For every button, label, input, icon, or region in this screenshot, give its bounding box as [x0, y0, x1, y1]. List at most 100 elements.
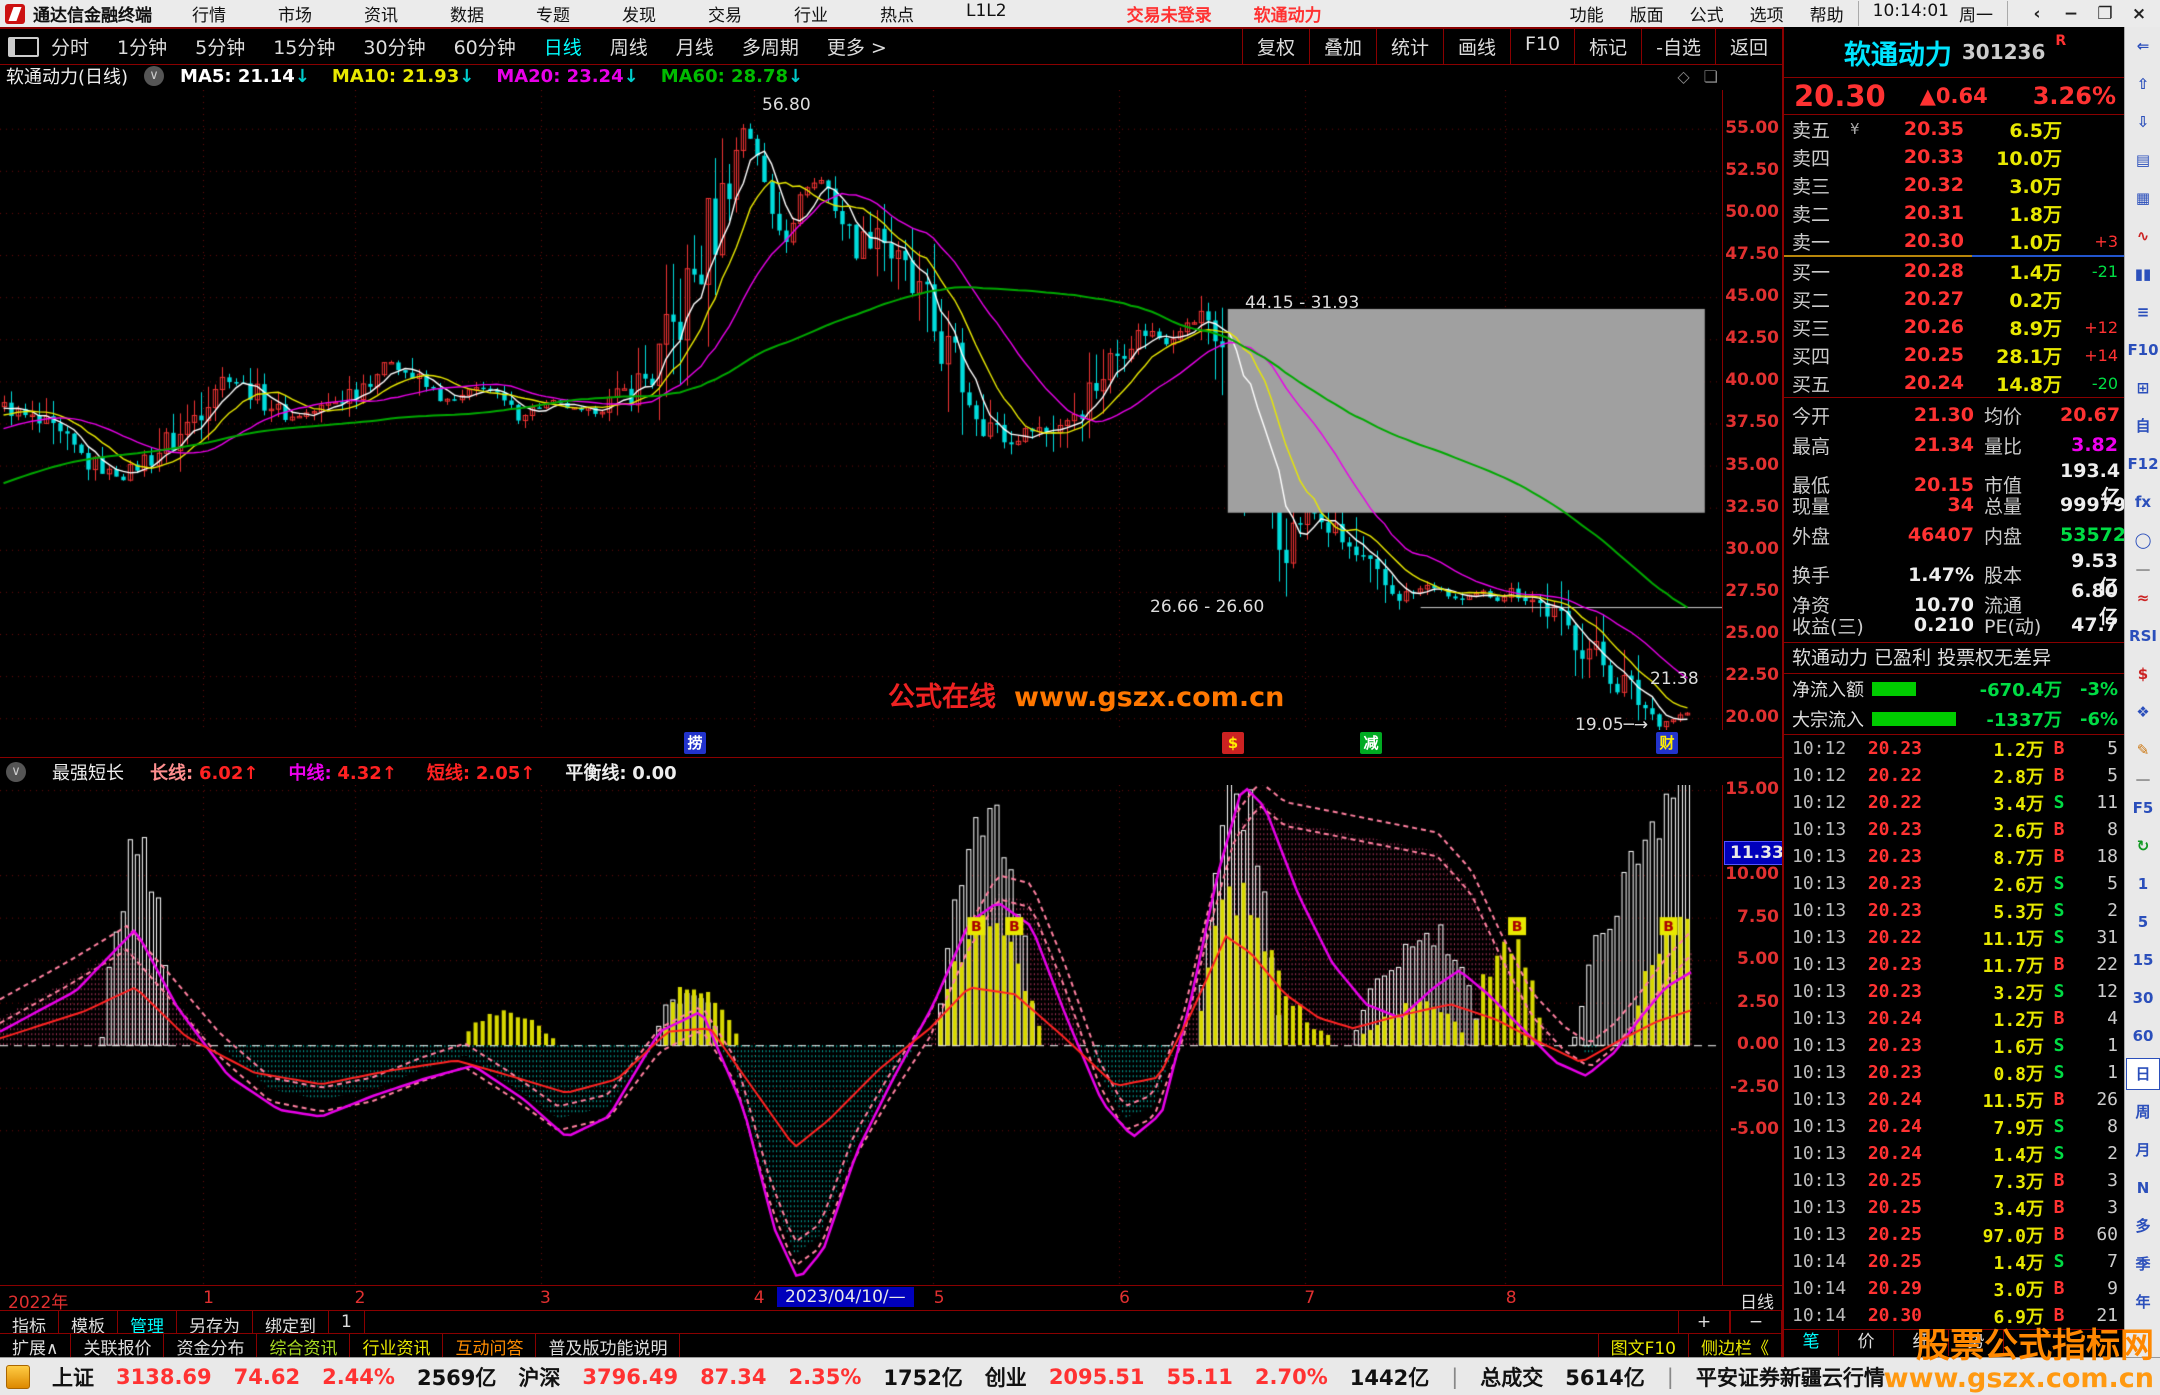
indicator-chart[interactable]: [0, 785, 1722, 1285]
wave-icon[interactable]: ≈: [2127, 579, 2159, 617]
status-item[interactable]: 上证: [52, 1362, 94, 1392]
period-tab[interactable]: 分时: [51, 33, 89, 60]
menu-item[interactable]: 选项: [1750, 1, 1784, 26]
period-tab[interactable]: 更多 >: [827, 33, 887, 60]
report-icon[interactable]: ▤: [2127, 141, 2159, 179]
collapse-icon[interactable]: ∨: [6, 762, 26, 782]
kline-icon[interactable]: ▮▮: [2127, 255, 2159, 293]
period-tab[interactable]: 1分钟: [117, 33, 167, 60]
window-back-button[interactable]: ‹: [2022, 4, 2052, 24]
tick-row[interactable]: 10:13 20.23 1.6万 S 1: [1784, 1032, 2126, 1059]
period-5min[interactable]: 5: [2127, 903, 2159, 941]
scroll-up-icon[interactable]: ⇧: [2127, 65, 2159, 103]
quote-grid-icon[interactable]: ▦: [2127, 179, 2159, 217]
status-item[interactable]: 2.44%: [322, 1365, 395, 1389]
menu-item[interactable]: 帮助: [1810, 1, 1844, 26]
status-item[interactable]: 总成交: [1480, 1362, 1543, 1392]
menu-item[interactable]: 资讯: [364, 1, 398, 26]
tick-row[interactable]: 10:13 20.24 1.2万 B 4: [1784, 1005, 2126, 1032]
bid-row[interactable]: 买五 20.24 14.8万 -20: [1784, 369, 2126, 397]
toolbar-button[interactable]: 返回: [1714, 29, 1782, 64]
minimize-button[interactable]: −: [2056, 4, 2086, 24]
f5-button[interactable]: F5: [2127, 789, 2159, 827]
menu-item[interactable]: 专题: [536, 1, 570, 26]
ask-row[interactable]: 卖二 20.31 1.8万: [1784, 199, 2126, 227]
period-tab[interactable]: 日线: [544, 33, 582, 60]
status-item[interactable]: 2.35%: [789, 1365, 862, 1389]
panel-tab[interactable]: 1: [329, 1311, 365, 1334]
menu-item[interactable]: 行业: [794, 1, 828, 26]
function-tab[interactable]: 普及版功能说明: [536, 1332, 681, 1360]
status-item[interactable]: 2095.51: [1049, 1365, 1145, 1389]
tick-row[interactable]: 10:13 20.23 5.3万 S 2: [1784, 897, 2126, 924]
function-tab[interactable]: 图文F10: [1597, 1332, 1689, 1360]
formula-icon[interactable]: fx: [2127, 483, 2159, 521]
tick-row[interactable]: 10:13 20.23 8.7万 B 18: [1784, 843, 2126, 870]
refresh-icon[interactable]: ↻: [2127, 827, 2159, 865]
signal-marker[interactable]: 捞: [684, 732, 706, 754]
tree-icon[interactable]: ⊞: [2127, 369, 2159, 407]
toolbar-button[interactable]: 叠加: [1308, 29, 1376, 64]
period-tab[interactable]: 15分钟: [273, 33, 335, 60]
back-icon[interactable]: ⇐: [2127, 27, 2159, 65]
tick-row[interactable]: 10:13 20.25 3.4万 B 3: [1784, 1194, 2126, 1221]
panel-tab[interactable]: 模板: [59, 1311, 118, 1337]
menu-item[interactable]: 公式: [1690, 1, 1724, 26]
bid-row[interactable]: 买一 20.28 1.4万 -21: [1784, 257, 2126, 285]
panel-tab[interactable]: 另存为: [177, 1311, 253, 1337]
main-candlestick-chart[interactable]: [0, 90, 1722, 730]
ring-icon[interactable]: ◯: [2127, 521, 2159, 559]
period-tab[interactable]: 5分钟: [195, 33, 245, 60]
tick-row[interactable]: 10:13 20.23 2.6万 S 5: [1784, 870, 2126, 897]
status-item[interactable]: 5614亿: [1565, 1362, 1644, 1392]
list-icon[interactable]: ≡: [2127, 293, 2159, 331]
period-n[interactable]: N: [2127, 1169, 2159, 1207]
draw-icon[interactable]: ✎: [2127, 731, 2159, 769]
menu-item[interactable]: 版面: [1630, 1, 1664, 26]
menu-item[interactable]: 发现: [622, 1, 656, 26]
panel-tab[interactable]: 绑定到: [253, 1311, 329, 1337]
ask-row[interactable]: 卖四 20.33 10.0万: [1784, 143, 2126, 171]
add-panel-button[interactable]: +: [1678, 1311, 1730, 1334]
signal-marker[interactable]: $: [1222, 732, 1244, 754]
function-tab[interactable]: 行业资讯: [350, 1332, 444, 1360]
stock-name[interactable]: 软通动力: [1844, 33, 1952, 72]
watchlist-button[interactable]: 自: [2127, 407, 2159, 445]
ask-row[interactable]: 卖三 20.32 3.0万: [1784, 171, 2126, 199]
panel-tab[interactable]: 指标: [0, 1311, 59, 1337]
period-year[interactable]: 年: [2127, 1283, 2159, 1321]
toolbar-button[interactable]: F10: [1510, 29, 1574, 64]
split-window-icon[interactable]: ❏: [1704, 67, 1718, 86]
status-item[interactable]: 3796.49: [582, 1365, 678, 1389]
layout-icon[interactable]: [8, 36, 39, 57]
tick-row[interactable]: 10:13 20.23 2.6万 B 8: [1784, 816, 2126, 843]
tick-row[interactable]: 10:13 20.23 0.8万 S 1: [1784, 1059, 2126, 1086]
bid-row[interactable]: 买四 20.25 28.1万 +14: [1784, 341, 2126, 369]
signal-marker[interactable]: 财: [1656, 732, 1678, 754]
tick-row[interactable]: 10:12 20.22 2.8万 B 5: [1784, 762, 2126, 789]
menu-item[interactable]: L1L2: [966, 1, 1007, 26]
status-item[interactable]: 74.62: [234, 1365, 300, 1389]
restore-button[interactable]: ❐: [2090, 4, 2120, 24]
period-15min[interactable]: 15: [2127, 941, 2159, 979]
period-tab[interactable]: 30分钟: [363, 33, 425, 60]
toolbar-button[interactable]: 画线: [1442, 29, 1510, 64]
tick-row[interactable]: 10:12 20.23 1.2万 B 5: [1784, 735, 2126, 762]
status-item[interactable]: |: [1451, 1365, 1458, 1389]
tick-row[interactable]: 10:13 20.23 11.7万 B 22: [1784, 951, 2126, 978]
status-item[interactable]: 87.34: [700, 1365, 766, 1389]
function-tab[interactable]: 关联报价: [71, 1332, 165, 1360]
function-tab[interactable]: 资金分布: [164, 1332, 258, 1360]
menu-item[interactable]: 市场: [278, 1, 312, 26]
scroll-down-icon[interactable]: ⇩: [2127, 103, 2159, 141]
period-multi[interactable]: 多: [2127, 1207, 2159, 1245]
menu-item[interactable]: 数据: [450, 1, 484, 26]
period-tab[interactable]: 60分钟: [454, 33, 516, 60]
divider[interactable]: —: [2127, 769, 2159, 789]
status-item[interactable]: 平安证券新疆云行情: [1696, 1362, 1885, 1392]
menu-item[interactable]: 功能: [1570, 1, 1604, 26]
signal-marker[interactable]: 减: [1360, 732, 1382, 754]
tick-row[interactable]: 10:14 20.25 1.4万 S 7: [1784, 1248, 2126, 1275]
ask-row[interactable]: 卖一 20.30 1.0万 +3: [1784, 227, 2126, 255]
status-item[interactable]: 55.11: [1166, 1365, 1232, 1389]
